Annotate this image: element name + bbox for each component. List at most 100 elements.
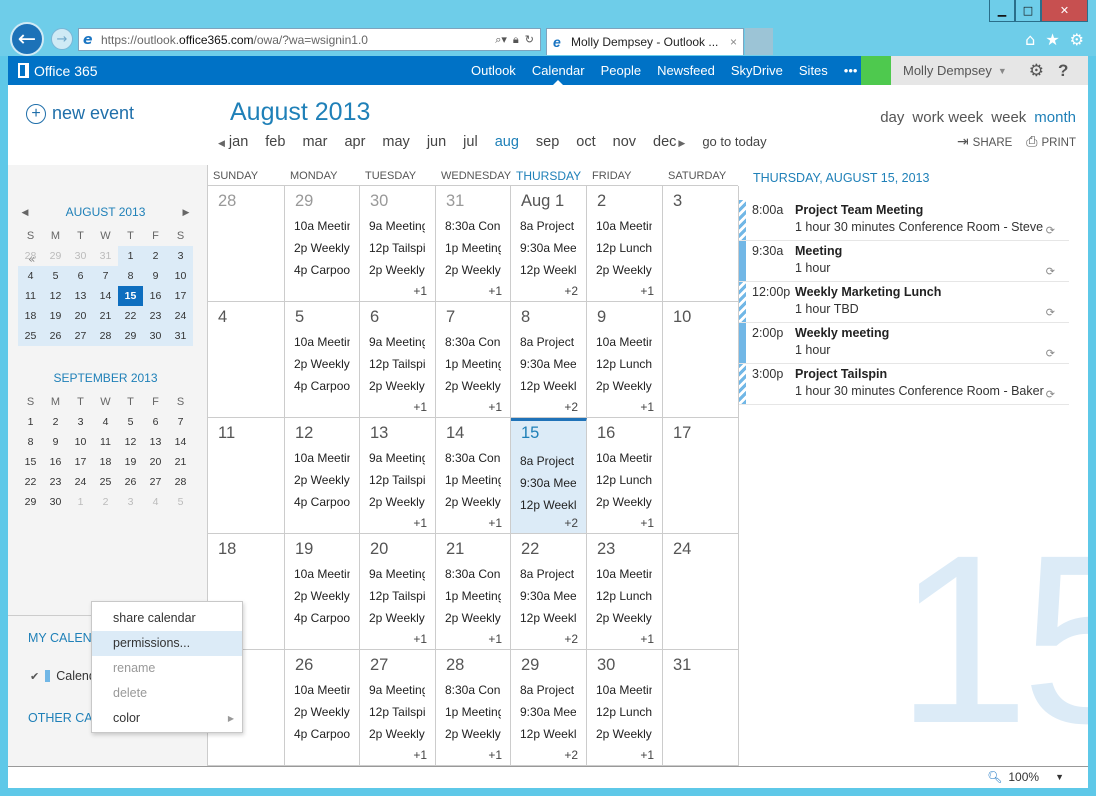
month-link-jul[interactable]: jul	[463, 134, 478, 150]
event-item[interactable]: 2p Weekly	[369, 727, 425, 741]
mini-day[interactable]: 8	[18, 432, 43, 452]
event-item[interactable]: 2p Weekly	[445, 495, 501, 509]
event-item[interactable]: 2p Weekly	[596, 379, 652, 393]
mini-day[interactable]: 31	[93, 246, 118, 266]
more-events-link[interactable]: +1	[413, 632, 427, 646]
mini-day[interactable]: 2	[93, 492, 118, 512]
mini-day[interactable]: 3	[68, 412, 93, 432]
mini-day[interactable]: 5	[118, 412, 143, 432]
view-day[interactable]: day	[880, 109, 904, 126]
event-item[interactable]: 2p Weekly	[596, 495, 652, 509]
view-week[interactable]: week	[991, 109, 1026, 126]
day-cell[interactable]: 2 10a Meeting 12p Lunch 2p Weekly +1	[587, 186, 663, 302]
day-cell[interactable]: 31	[663, 650, 739, 766]
mini-day[interactable]: 10	[68, 432, 93, 452]
day-cell[interactable]: 6 9a Meeting 12p Tailspin 2p Weekly +1	[360, 302, 436, 418]
mini-day[interactable]: 2	[143, 246, 168, 266]
event-item[interactable]: 12p Weekly	[520, 263, 576, 277]
day-number[interactable]: 11	[218, 424, 235, 443]
mini-day[interactable]: 12	[118, 432, 143, 452]
more-events-link[interactable]: +1	[640, 632, 654, 646]
event-item[interactable]: 2p Weekly	[445, 379, 501, 393]
browser-tab[interactable]: e Molly Dempsey - Outlook ... ×	[546, 28, 744, 55]
event-item[interactable]: 1p Meeting	[445, 473, 501, 487]
agenda-item[interactable]: 3:00p Project Tailspin 1 hour 30 minutes C…	[739, 364, 1069, 405]
event-item[interactable]: 12p Tailspin	[369, 473, 425, 487]
chevron-down-icon[interactable]: ▼	[998, 66, 1007, 76]
month-link-apr[interactable]: apr	[344, 134, 365, 150]
more-events-link[interactable]: +1	[640, 284, 654, 298]
day-number[interactable]: 29	[521, 656, 539, 675]
mini-day[interactable]: 31	[168, 326, 193, 346]
day-cell[interactable]: 22 8a Project 9:30a Meeting 12p Weekly +2	[511, 534, 587, 650]
day-cell[interactable]: 4	[208, 302, 285, 418]
more-events-link[interactable]: +1	[488, 284, 502, 298]
day-cell[interactable]: 30 9a Meeting 12p Tailspin 2p Weekly +1	[360, 186, 436, 302]
close-tab-icon[interactable]: ×	[730, 35, 737, 49]
day-number[interactable]: 28	[218, 192, 236, 211]
day-number[interactable]: 31	[673, 656, 691, 675]
event-item[interactable]: 1p Meeting	[445, 705, 501, 719]
mini-day[interactable]: 4	[18, 266, 43, 286]
mini-day[interactable]: 21	[168, 452, 193, 472]
mini-day[interactable]: 15	[18, 452, 43, 472]
zoom-dropdown-icon[interactable]: ▼	[1055, 772, 1064, 782]
more-events-link[interactable]: +1	[488, 748, 502, 762]
more-events-link[interactable]: +1	[413, 284, 427, 298]
minimize-button[interactable]: ▁	[989, 0, 1015, 22]
event-item[interactable]: 2p Weekly	[294, 357, 350, 371]
event-item[interactable]: 10a Meeting	[596, 567, 652, 581]
event-item[interactable]: 8a Project	[520, 335, 576, 349]
mini-calendar-title[interactable]: AUGUST 2013	[32, 205, 179, 219]
tools-gear-icon[interactable]: ⚙	[1070, 30, 1084, 49]
day-cell[interactable]: 3	[663, 186, 739, 302]
event-item[interactable]: 10a Meeting	[294, 335, 350, 349]
event-item[interactable]: 12p Lunch	[596, 589, 652, 603]
mini-day[interactable]: 29	[43, 246, 68, 266]
event-item[interactable]: 12p Weekly	[520, 379, 576, 393]
mini-day[interactable]: 24	[168, 306, 193, 326]
lock-icon[interactable]: 🔒︎	[513, 33, 519, 47]
more-events-link[interactable]: +1	[640, 400, 654, 414]
day-number[interactable]: 15	[521, 424, 539, 443]
suite-nav-outlook[interactable]: Outlook	[463, 56, 524, 85]
day-number[interactable]: 9	[597, 308, 606, 327]
close-button[interactable]: ✕	[1041, 0, 1088, 22]
event-item[interactable]: 10a Meeting	[294, 567, 350, 581]
event-item[interactable]: 4p Carpool	[294, 611, 350, 625]
day-number[interactable]: 29	[295, 192, 313, 211]
search-icon[interactable]: ⌕▾	[495, 33, 507, 47]
day-number[interactable]: 30	[370, 192, 388, 211]
event-item[interactable]: 12p Weekly	[520, 611, 576, 625]
event-item[interactable]: 10a Meeting	[596, 683, 652, 697]
event-item[interactable]: 8a Project	[520, 683, 576, 697]
maximize-button[interactable]: □	[1015, 0, 1041, 22]
event-item[interactable]: 4p Carpool	[294, 495, 350, 509]
day-cell[interactable]: 28	[208, 186, 285, 302]
event-item[interactable]: 9a Meeting	[369, 335, 425, 349]
day-cell[interactable]: 23 10a Meeting 12p Lunch 2p Weekly +1	[587, 534, 663, 650]
mini-day[interactable]: 12	[43, 286, 68, 306]
month-link-jan[interactable]: jan	[229, 134, 248, 150]
mini-day[interactable]: 13	[143, 432, 168, 452]
event-item[interactable]: 12p Lunch	[596, 241, 652, 255]
day-number[interactable]: 27	[370, 656, 388, 675]
mini-day[interactable]: 28	[168, 472, 193, 492]
event-item[interactable]: 2p Weekly	[369, 611, 425, 625]
mini-day[interactable]: 25	[18, 326, 43, 346]
day-number[interactable]: 13	[370, 424, 388, 443]
event-item[interactable]: 2p Weekly	[369, 379, 425, 393]
day-cell[interactable]: 20 9a Meeting 12p Tailspin 2p Weekly +1	[360, 534, 436, 650]
mini-day[interactable]: 6	[143, 412, 168, 432]
event-item[interactable]: 8:30a Con	[445, 451, 501, 465]
mini-day[interactable]: 3	[118, 492, 143, 512]
notification-block[interactable]	[861, 56, 891, 85]
mini-day[interactable]: 5	[43, 266, 68, 286]
mini-day[interactable]: 23	[143, 306, 168, 326]
day-number[interactable]: 23	[597, 540, 615, 559]
more-events-link[interactable]: +1	[488, 400, 502, 414]
mini-day[interactable]: 9	[143, 266, 168, 286]
more-events-link[interactable]: +2	[564, 632, 578, 646]
event-item[interactable]: 2p Weekly	[294, 589, 350, 603]
event-item[interactable]: 2p Weekly	[596, 263, 652, 277]
